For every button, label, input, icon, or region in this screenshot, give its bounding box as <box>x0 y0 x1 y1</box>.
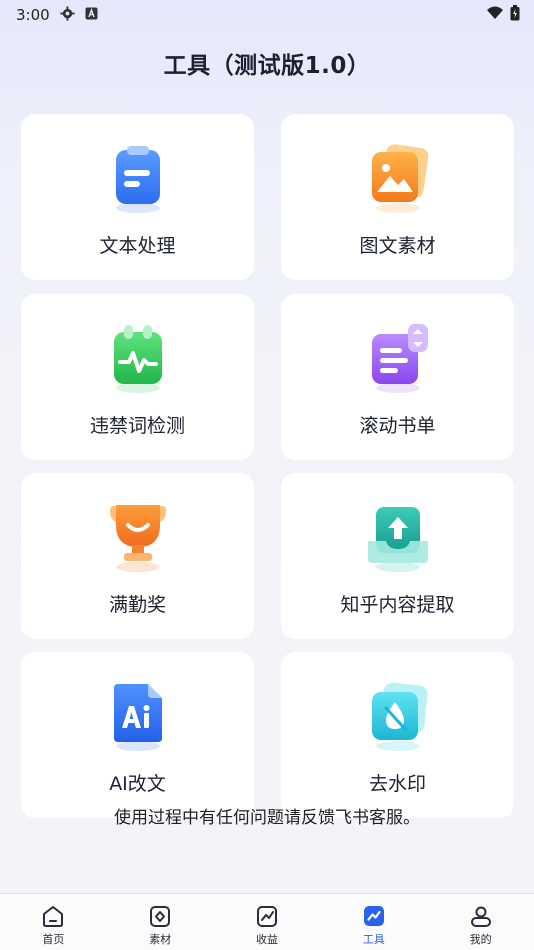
tool-card-label: AI改文 <box>109 773 166 795</box>
home-icon <box>43 906 64 927</box>
tab-label: 首页 <box>42 933 65 946</box>
tool-card-text-processing[interactable]: 文本处理 <box>21 114 254 280</box>
ai-file-icon <box>102 680 174 752</box>
wifi-icon <box>486 6 504 24</box>
tool-card-remove-watermark[interactable]: 去水印 <box>281 652 514 818</box>
tab-profile[interactable]: 我的 <box>427 894 534 950</box>
material-icon <box>150 906 171 927</box>
tool-card-label: 违禁词检测 <box>89 415 185 437</box>
water-drop-icon <box>362 680 434 752</box>
earnings-chart-icon <box>256 906 277 927</box>
battery-icon <box>510 5 520 25</box>
tool-card-label: 知乎内容提取 <box>340 594 455 616</box>
upload-tray-icon <box>362 501 434 573</box>
tab-label: 素材 <box>149 933 172 946</box>
app-a-icon <box>85 6 98 24</box>
trophy-icon <box>102 501 174 573</box>
tab-earnings[interactable]: 收益 <box>214 894 321 950</box>
tab-label: 我的 <box>469 933 492 946</box>
scroll-list-icon <box>362 322 434 394</box>
tab-tools[interactable]: 工具 <box>320 894 427 950</box>
status-time: 3:00 <box>16 6 50 24</box>
feedback-note: 使用过程中有任何问题请反馈飞书客服。 <box>114 808 420 828</box>
tool-card-label: 去水印 <box>368 773 426 795</box>
tool-card-label: 满勤奖 <box>108 594 166 616</box>
settings-icon <box>60 5 75 25</box>
tools-icon <box>363 906 384 926</box>
pulse-check-icon <box>102 322 174 394</box>
tool-card-label: 文本处理 <box>99 235 176 257</box>
tool-card-zhihu-extract[interactable]: 知乎内容提取 <box>281 473 514 639</box>
tab-label: 收益 <box>255 933 278 946</box>
bottom-tab-bar: 首页 素材 收益 工具 我的 <box>0 893 534 950</box>
tool-card-banned-words-check[interactable]: 违禁词检测 <box>21 294 254 460</box>
image-icon <box>362 142 434 214</box>
tab-material[interactable]: 素材 <box>107 894 214 950</box>
page-title: 工具（测试版1.0） <box>163 53 371 79</box>
tab-home[interactable]: 首页 <box>0 894 107 950</box>
document-text-icon <box>102 142 174 214</box>
status-bar: 3:00 <box>0 0 534 30</box>
tool-card-scroll-booklist[interactable]: 滚动书单 <box>281 294 514 460</box>
tool-card-ai-rewrite[interactable]: AI改文 <box>21 652 254 818</box>
tool-card-attendance-award[interactable]: 满勤奖 <box>21 473 254 639</box>
tool-card-label: 滚动书单 <box>359 415 436 437</box>
profile-icon <box>470 906 491 927</box>
tool-card-label: 图文素材 <box>359 235 436 257</box>
tool-card-image-material[interactable]: 图文素材 <box>281 114 514 280</box>
tab-label: 工具 <box>362 933 385 946</box>
